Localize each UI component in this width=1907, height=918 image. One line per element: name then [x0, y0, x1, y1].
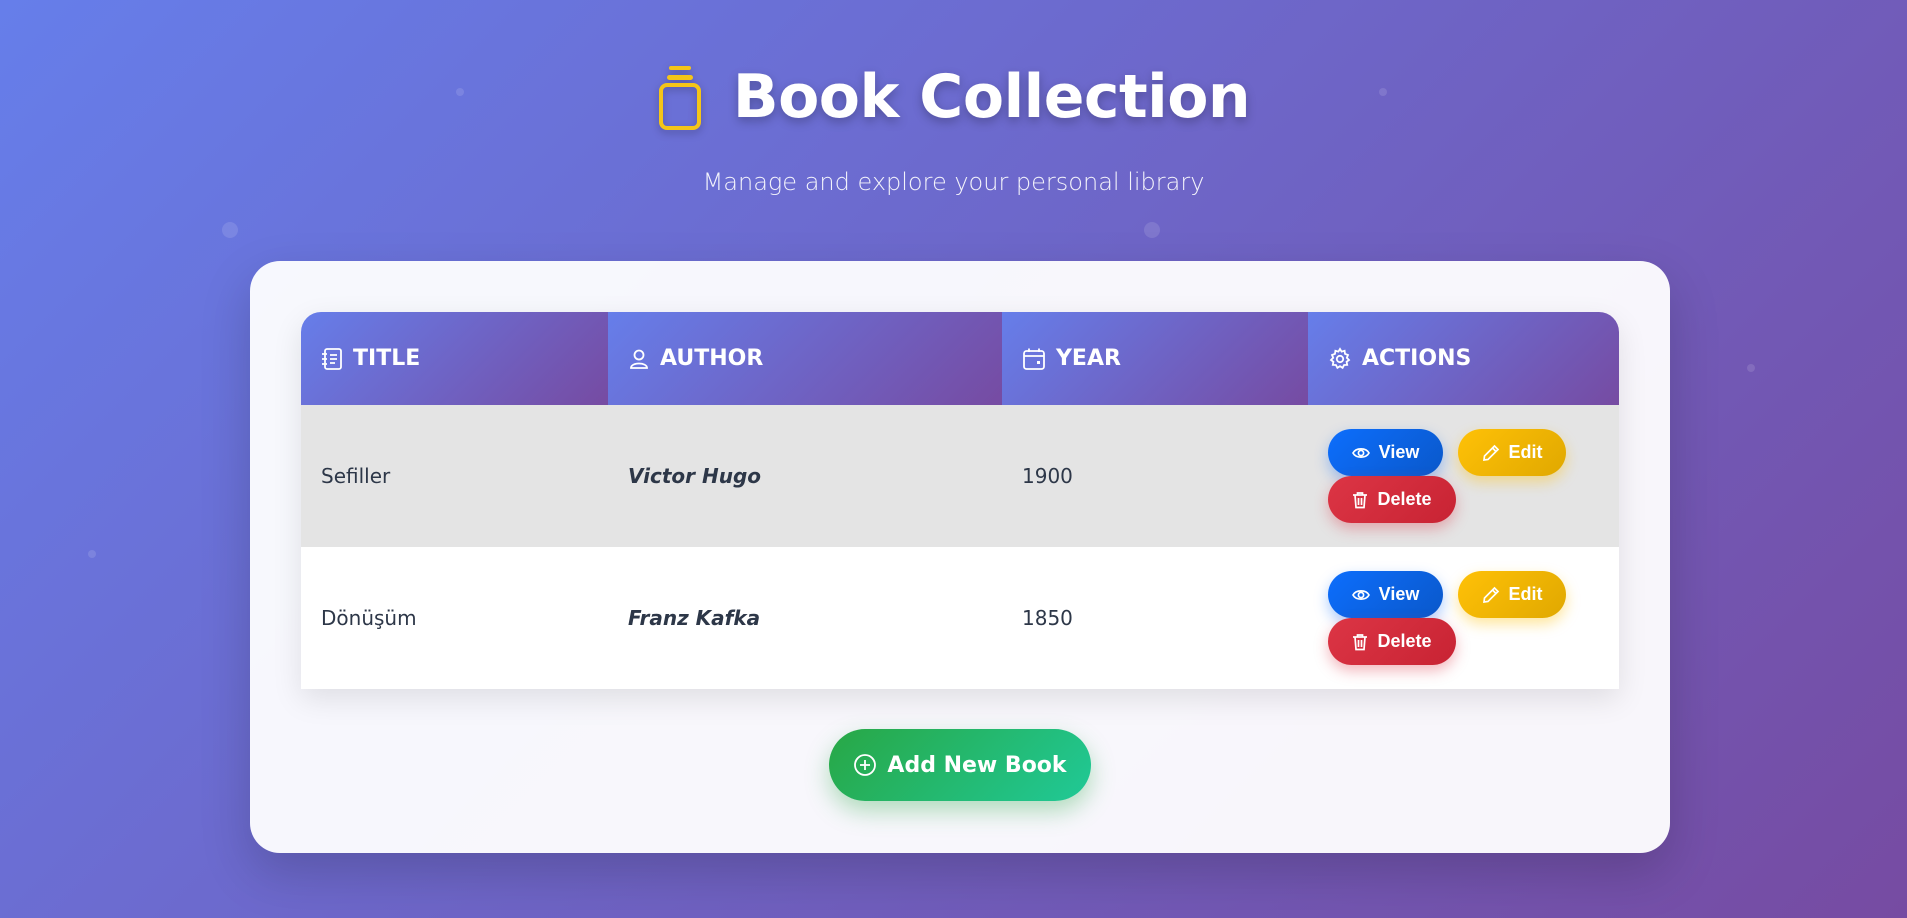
edit-button[interactable]: Edit [1458, 571, 1566, 618]
books-table: TITLE AUTHOR YEAR ACTIONS Sefiller Victo… [301, 312, 1619, 689]
view-button[interactable]: View [1328, 429, 1443, 476]
page-title: Book Collection [732, 62, 1251, 132]
background-dot [1747, 364, 1755, 372]
column-header-actions: ACTIONS [1308, 312, 1619, 405]
table-header: TITLE AUTHOR YEAR ACTIONS [301, 312, 1619, 405]
plus-circle-icon [853, 753, 877, 777]
column-header-author: AUTHOR [608, 312, 1002, 405]
background-dot [1144, 222, 1160, 238]
view-button-label: View [1378, 584, 1420, 604]
book-author: Victor Hugo [628, 464, 761, 488]
column-header-title: TITLE [301, 312, 608, 405]
edit-button[interactable]: Edit [1458, 429, 1566, 476]
trash-icon [1352, 633, 1368, 651]
column-header-label: ACTIONS [1362, 346, 1472, 371]
book-author: Franz Kafka [628, 606, 761, 630]
eye-icon [1351, 588, 1370, 602]
background-dot [222, 222, 238, 238]
delete-button-label: Delete [1377, 631, 1432, 651]
book-year: 1900 [1022, 464, 1073, 488]
pencil-icon [1482, 586, 1500, 604]
column-header-label: AUTHOR [660, 346, 764, 371]
delete-button[interactable]: Delete [1328, 476, 1456, 523]
edit-button-label: Edit [1508, 584, 1543, 604]
gear-icon [1328, 346, 1352, 371]
column-header-year: YEAR [1002, 312, 1308, 405]
book-title: Sefiller [321, 464, 391, 488]
edit-button-label: Edit [1508, 442, 1543, 462]
add-new-book-button[interactable]: Add New Book [829, 729, 1091, 801]
page-header: Book Collection Manage and explore your … [0, 62, 1907, 196]
calendar-icon [1022, 347, 1046, 371]
journal-icon [321, 347, 343, 371]
person-icon [628, 348, 650, 370]
view-button[interactable]: View [1328, 571, 1443, 618]
pencil-icon [1482, 444, 1500, 462]
table-row: Dönüşüm Franz Kafka 1850 View Edit Delet… [301, 547, 1619, 689]
column-header-label: YEAR [1056, 346, 1121, 371]
book-icon [657, 64, 703, 130]
eye-icon [1351, 446, 1370, 460]
delete-button[interactable]: Delete [1328, 618, 1456, 665]
delete-button-label: Delete [1377, 489, 1432, 509]
row-actions: View Edit Delete [1308, 405, 1619, 547]
background-dot [88, 550, 96, 558]
book-card: TITLE AUTHOR YEAR ACTIONS Sefiller Victo… [250, 261, 1670, 853]
column-header-label: TITLE [353, 346, 421, 371]
title-row: Book Collection [657, 62, 1251, 132]
row-actions: View Edit Delete [1308, 547, 1619, 689]
table-row: Sefiller Victor Hugo 1900 View Edit Dele… [301, 405, 1619, 547]
add-new-book-label: Add New Book [887, 752, 1067, 778]
view-button-label: View [1378, 442, 1420, 462]
page-subtitle: Manage and explore your personal library [702, 168, 1205, 196]
book-year: 1850 [1022, 606, 1073, 630]
trash-icon [1352, 491, 1368, 509]
book-title: Dönüşüm [321, 606, 417, 630]
